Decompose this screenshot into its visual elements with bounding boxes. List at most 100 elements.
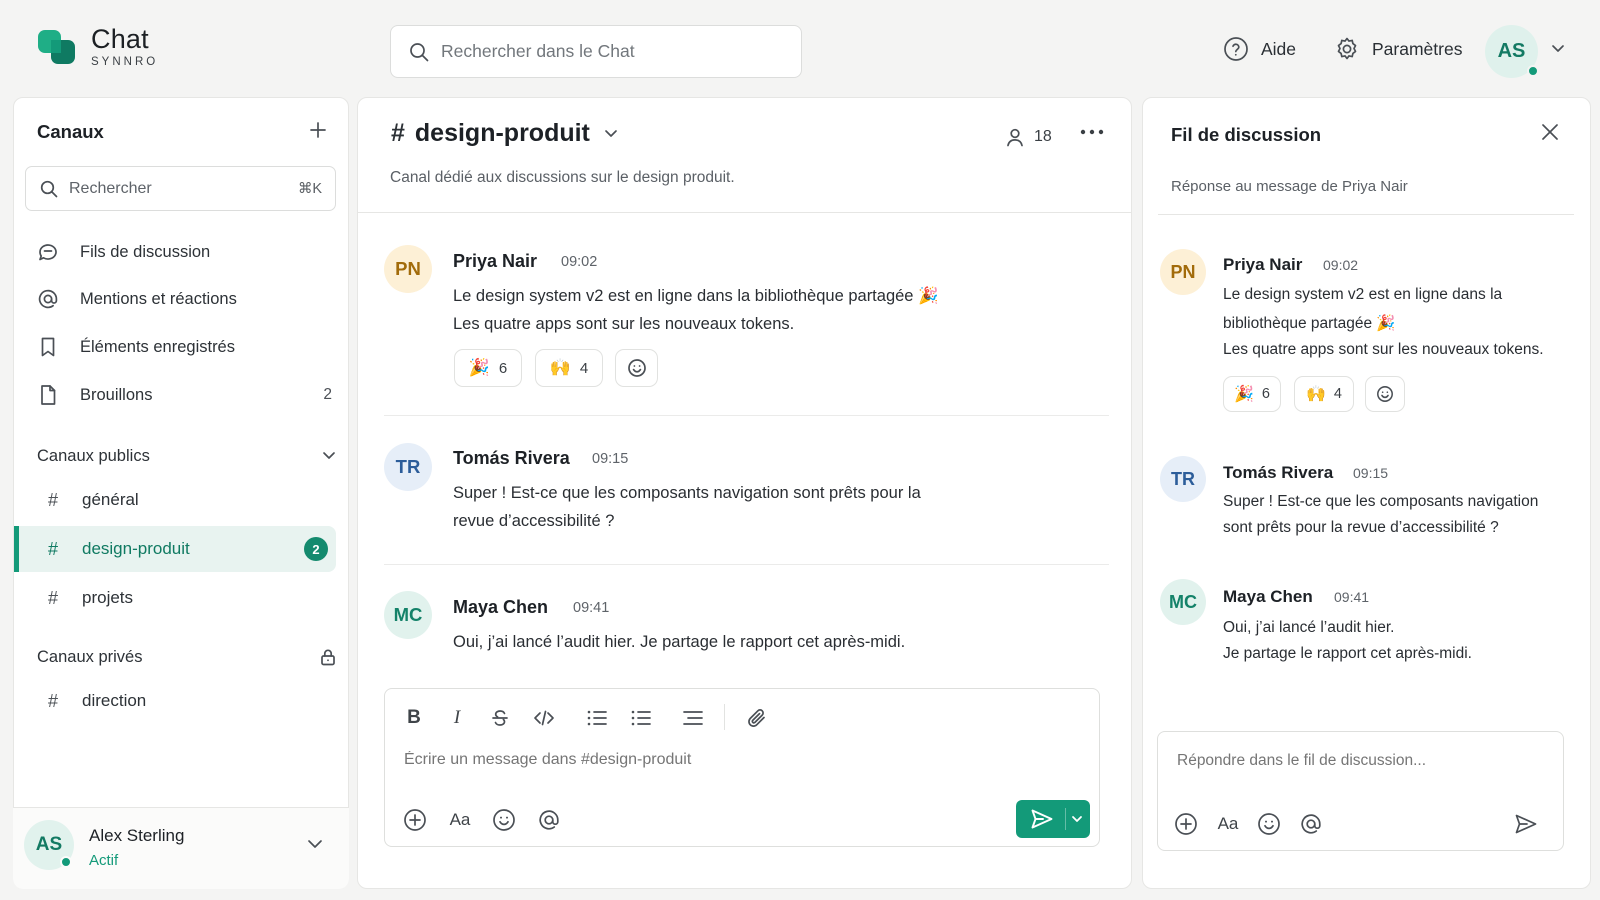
sidebar-item-label: Éléments enregistrés <box>80 337 235 356</box>
code-icon[interactable] <box>531 705 557 731</box>
channel-members-button[interactable]: 18 <box>1005 127 1052 147</box>
close-icon[interactable] <box>1541 123 1559 141</box>
brand: Chat SYNNRO <box>91 24 158 68</box>
sidebar-channel-design-produit[interactable]: # design-produit 2 <box>14 526 336 572</box>
app-name: Chat <box>91 24 149 54</box>
sidebar-channel-general[interactable]: # général <box>14 477 336 523</box>
section-title: Canaux publics <box>37 446 150 465</box>
numbered-list-icon[interactable] <box>584 705 610 731</box>
avatar[interactable]: TR <box>384 443 432 491</box>
add-reaction-button[interactable] <box>615 349 658 387</box>
add-plus-circle-icon[interactable] <box>402 807 428 833</box>
app-logo-icon[interactable] <box>38 28 78 68</box>
user-icon <box>1005 127 1025 147</box>
sidebar-channel-projets[interactable]: # projets <box>14 575 336 621</box>
avatar[interactable]: AS <box>24 820 74 870</box>
global-search-input[interactable]: Rechercher dans le Chat <box>390 25 802 78</box>
message-input[interactable] <box>404 751 1064 769</box>
hash-icon: # <box>48 538 59 559</box>
message-text: Les quatre apps sont sur les nouveaux to… <box>453 315 795 333</box>
avatar[interactable]: PN <box>1160 249 1206 295</box>
drafts-count: 2 <box>323 386 332 403</box>
public-channels-section[interactable]: Canaux publics <box>37 441 336 471</box>
thread-title: Fil de discussion <box>1171 124 1322 145</box>
chevron-down-icon[interactable] <box>307 839 323 850</box>
top-bar: Chat SYNNRO Rechercher dans le Chat Aide… <box>0 0 1600 96</box>
lock-icon <box>320 648 336 666</box>
avatar-initials: PN <box>1170 261 1196 282</box>
sidebar-channel-direction[interactable]: # direction <box>14 678 336 724</box>
italic-icon[interactable]: I <box>444 705 470 731</box>
sidebar-search-input[interactable]: Rechercher ⌘K <box>25 166 336 211</box>
send-options-chevron-down-icon[interactable] <box>1071 815 1083 823</box>
reaction-button[interactable]: 🎉 6 <box>1223 376 1281 412</box>
unread-badge: 2 <box>304 537 328 561</box>
sidebar-item-label: Brouillons <box>80 385 153 404</box>
channel-name: direction <box>82 691 147 710</box>
sidebar-item-saved[interactable]: Éléments enregistrés <box>36 331 336 363</box>
message-text: Le design system v2 est en ligne dans la <box>1223 286 1503 303</box>
thread-reply-input[interactable] <box>1177 752 1547 770</box>
reaction-button[interactable]: 🙌 4 <box>1294 376 1354 412</box>
raised-hands-emoji: 🙌 <box>549 358 571 377</box>
mention-at-icon[interactable] <box>536 807 562 833</box>
bookmark-icon <box>36 335 60 359</box>
message-author[interactable]: Priya Nair <box>453 251 537 272</box>
sidebar-item-drafts[interactable]: Brouillons 2 <box>36 379 336 411</box>
divider <box>384 415 1109 416</box>
sidebar-item-threads[interactable]: Fils de discussion <box>36 236 336 268</box>
online-status-dot <box>1527 65 1539 77</box>
message-author[interactable]: Priya Nair <box>1223 255 1302 275</box>
message-author[interactable]: Maya Chen <box>453 597 548 618</box>
party-emoji: 🎉 <box>468 358 490 377</box>
current-user-name: Alex Sterling <box>89 826 185 845</box>
avatar[interactable]: MC <box>384 591 432 639</box>
channel-title[interactable]: # design-produit <box>391 119 618 148</box>
sidebar-item-label: Mentions et réactions <box>80 289 237 308</box>
sidebar-item-mentions[interactable]: Mentions et réactions <box>36 283 336 315</box>
more-options-icon[interactable] <box>1080 129 1104 135</box>
emoji-smiley-icon[interactable] <box>491 807 517 833</box>
message-author[interactable]: Tomás Rivera <box>1223 463 1333 483</box>
at-icon <box>36 287 60 311</box>
avatar-initials: PN <box>395 258 421 279</box>
block-quote-icon[interactable] <box>680 705 706 731</box>
emoji-smiley-icon[interactable] <box>1256 811 1282 837</box>
send-icon[interactable] <box>1513 811 1539 837</box>
reaction-button[interactable]: 🎉 6 <box>454 349 522 387</box>
avatar[interactable]: PN <box>384 245 432 293</box>
sidebar-search-placeholder: Rechercher <box>69 179 152 197</box>
channel-name: projets <box>82 588 134 607</box>
avatar[interactable]: MC <box>1160 579 1206 625</box>
user-avatar[interactable]: AS <box>1485 25 1539 78</box>
divider <box>358 212 1131 213</box>
strikethrough-icon[interactable] <box>487 705 513 731</box>
mention-at-icon[interactable] <box>1298 811 1324 837</box>
search-icon <box>40 180 58 198</box>
text-format-button[interactable]: Aa <box>1215 811 1241 837</box>
reaction-button[interactable]: 🙌 4 <box>535 349 603 387</box>
user-initials: AS <box>1497 40 1526 62</box>
send-button[interactable] <box>1016 800 1090 838</box>
paperclip-icon[interactable] <box>744 705 770 731</box>
add-reaction-button[interactable] <box>1365 376 1405 412</box>
message-text: Le design system v2 est en ligne dans la… <box>453 287 939 305</box>
avatar[interactable]: TR <box>1160 456 1206 502</box>
bulleted-list-icon[interactable] <box>628 705 654 731</box>
add-plus-circle-icon[interactable] <box>1173 811 1199 837</box>
bold-icon[interactable]: B <box>401 705 427 731</box>
avatar-initials: TR <box>1171 468 1195 489</box>
help-button[interactable]: Aide <box>1223 36 1296 62</box>
online-status-dot <box>60 856 72 868</box>
text-format-button[interactable]: Aa <box>447 807 473 833</box>
private-channels-section[interactable]: Canaux privés <box>37 642 336 672</box>
message-author[interactable]: Tomás Rivera <box>453 448 570 469</box>
hash-icon: # <box>48 690 59 711</box>
message-text: Les quatre apps sont sur les nouveaux to… <box>1223 341 1544 358</box>
user-menu-chevron-down-icon[interactable] <box>1551 44 1565 54</box>
search-shortcut: ⌘K <box>297 180 322 197</box>
message-author[interactable]: Maya Chen <box>1223 587 1313 607</box>
hash-icon: # <box>48 489 59 510</box>
settings-button[interactable]: Paramètres <box>1334 36 1462 62</box>
add-channel-plus-icon[interactable] <box>309 121 327 139</box>
